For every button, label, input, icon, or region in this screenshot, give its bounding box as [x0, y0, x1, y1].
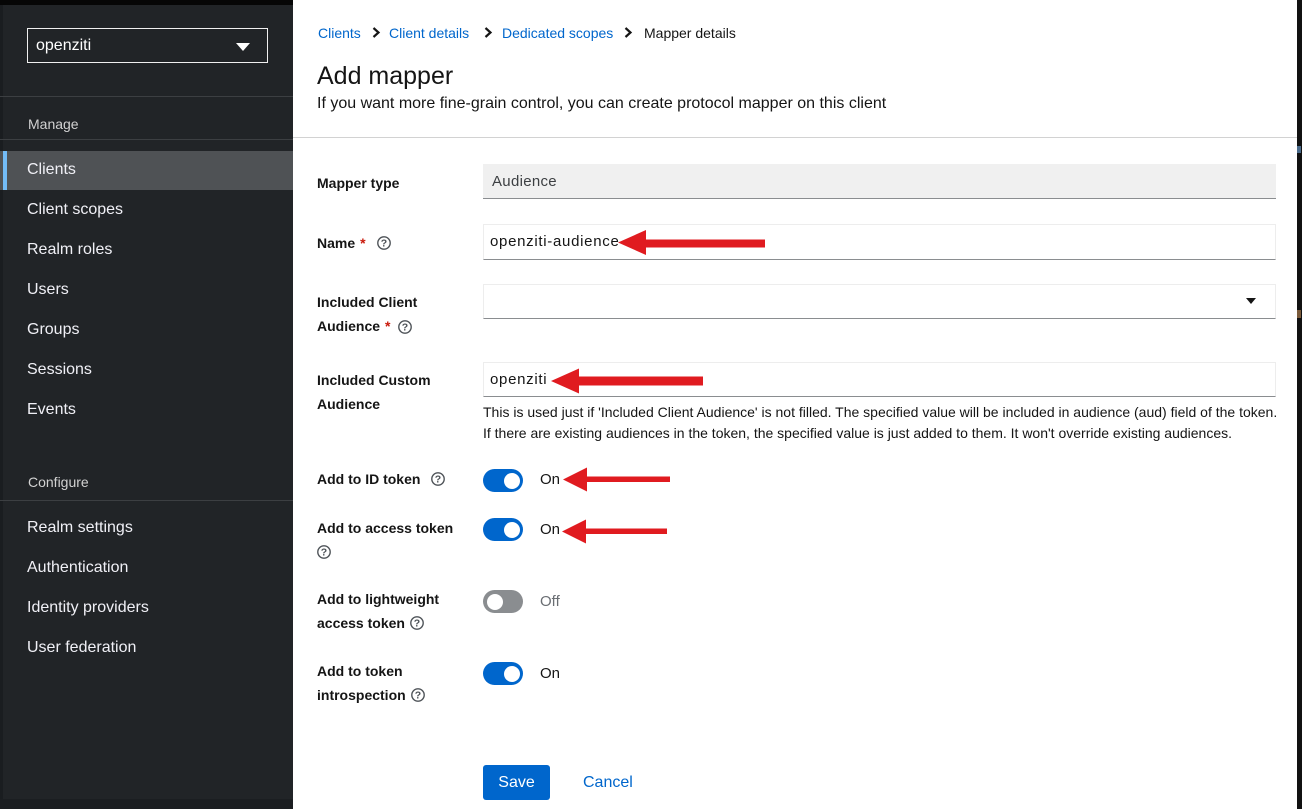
svg-text:?: ?	[321, 546, 327, 558]
svg-text:?: ?	[414, 617, 420, 629]
svg-text:?: ?	[415, 689, 421, 701]
svg-text:?: ?	[402, 321, 408, 333]
svg-text:?: ?	[381, 237, 387, 249]
svg-text:?: ?	[435, 473, 441, 485]
